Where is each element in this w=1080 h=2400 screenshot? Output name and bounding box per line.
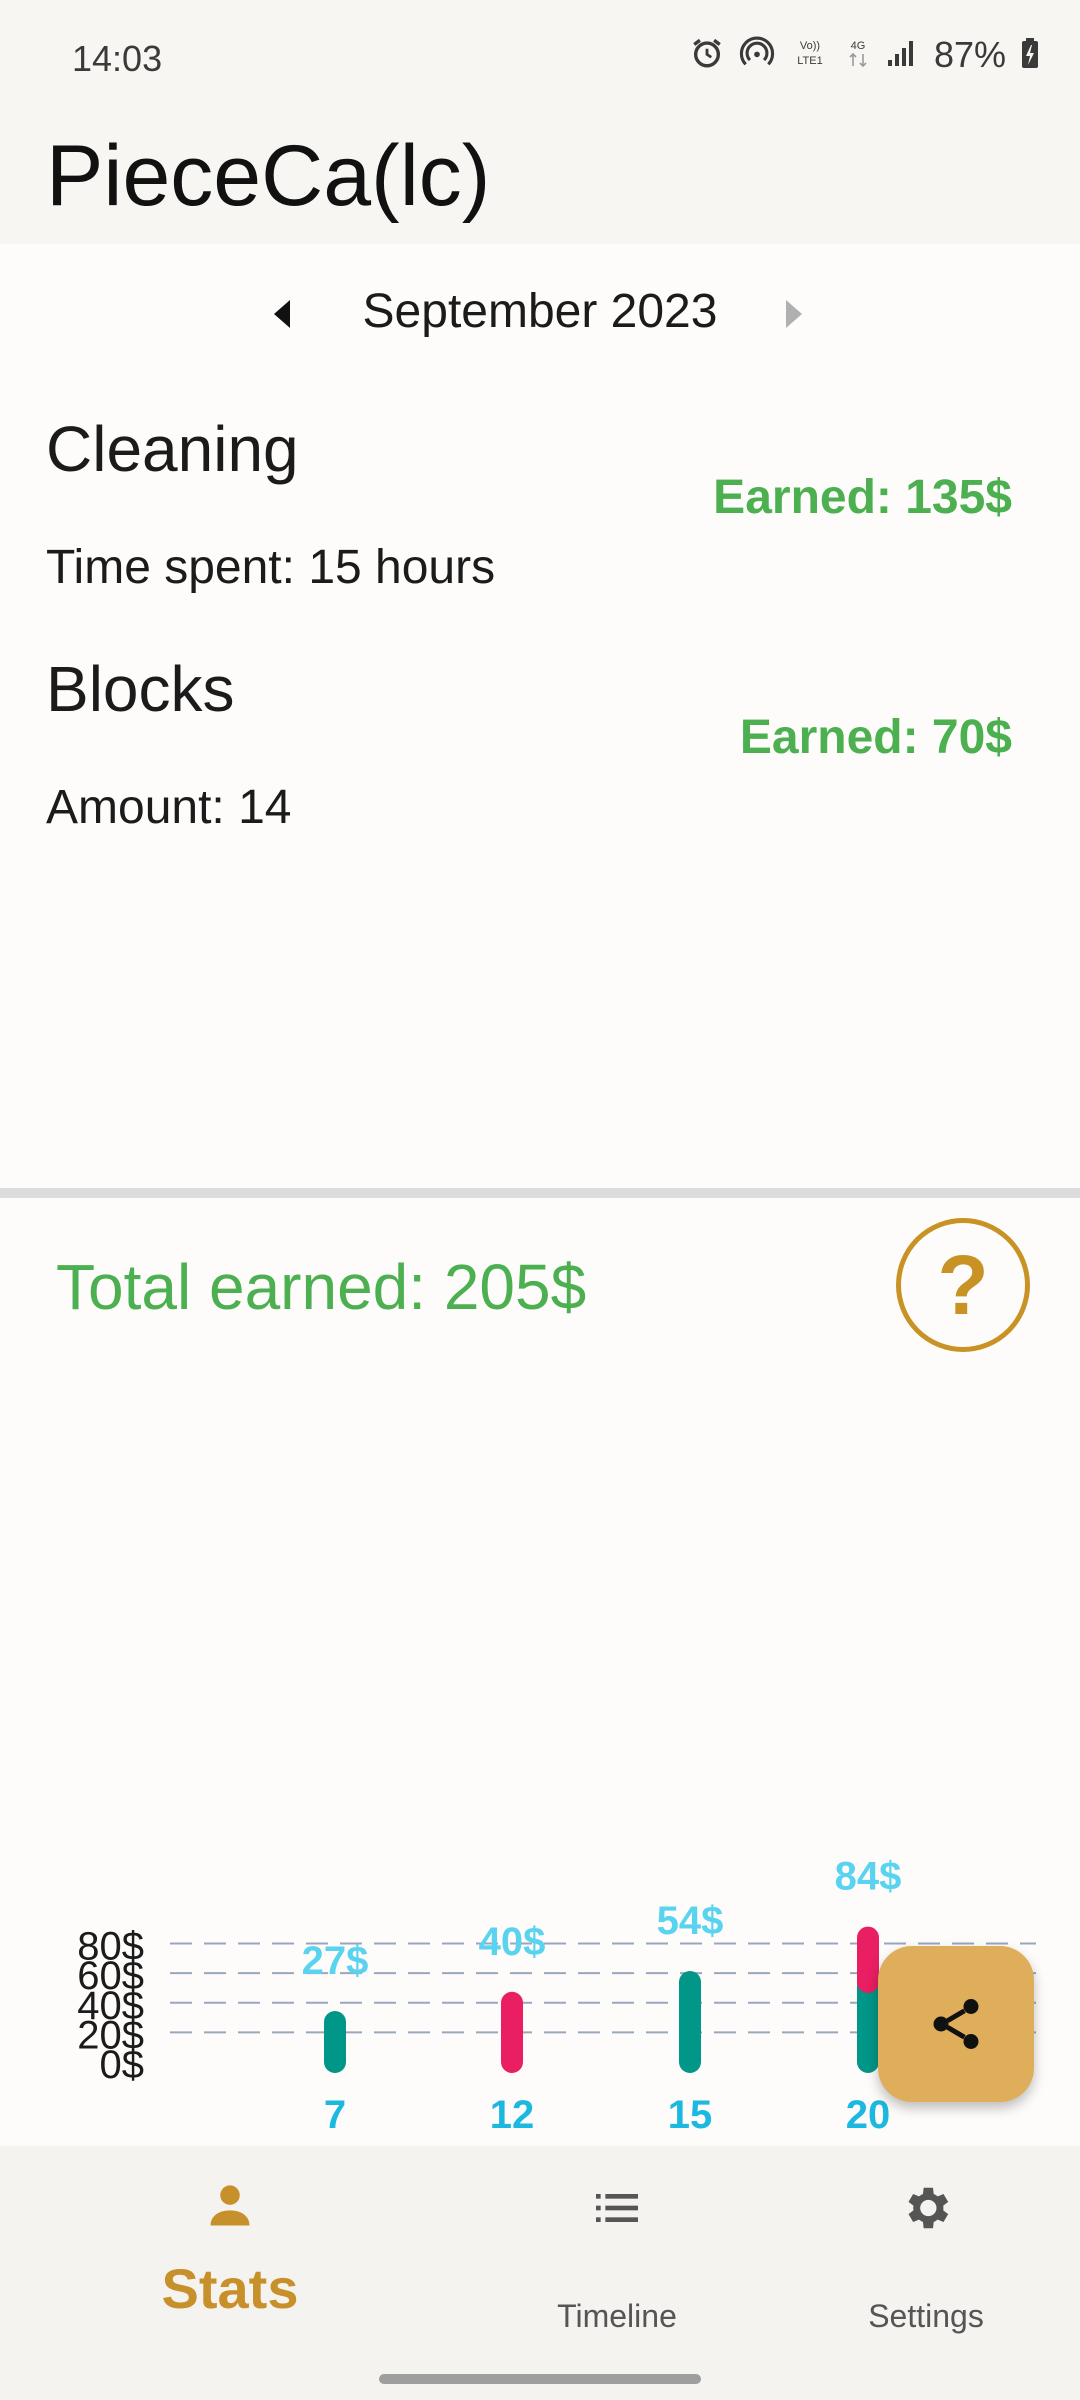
status-icons: Vo)) LTE1 4G 87% [690,34,1040,76]
gear-icon [898,2180,954,2241]
home-indicator [379,2374,701,2384]
job-blocks: Blocks Earned: 70$ Amount: 14 [46,652,1036,852]
battery-charging-icon [1020,36,1040,75]
nav-item-timeline[interactable]: Timeline [497,2146,737,2346]
x-tick-label: 7 [324,2093,346,2137]
nav-label: Timeline [557,2298,677,2334]
network-4g-icon: 4G [844,36,872,75]
svg-text:LTE1: LTE1 [797,55,822,67]
y-tick-label: 80$ [77,1925,144,1969]
bar-value-label: 27$ [302,1939,369,1983]
bottom-navigation: Stats Timeline Settings [0,2146,1080,2400]
job-earned: Earned: 135$ [713,471,1012,524]
next-month-button[interactable] [778,296,808,332]
battery-percent: 87% [933,34,1006,75]
job-earned: Earned: 70$ [739,711,1012,764]
svg-text:4G: 4G [851,40,866,52]
status-time: 14:03 [72,38,163,79]
nav-label: Settings [868,2298,984,2334]
job-detail: Amount: 14 [46,781,292,834]
month-navigator: September 2023 [0,270,1080,360]
bar-value-label: 54$ [657,1899,724,1943]
bar-value-label: 40$ [479,1920,546,1964]
app-title: PieceCa(lc) [46,128,491,224]
job-detail: Time spent: 15 hours [46,541,496,594]
list-icon [589,2180,645,2241]
nav-item-settings[interactable]: Settings [806,2146,1046,2346]
x-tick-label: 15 [668,2093,713,2137]
job-cleaning: Cleaning Earned: 135$ Time spent: 15 hou… [46,412,1036,612]
x-tick-label: 20 [846,2093,891,2137]
app-header: PieceCa(lc) [0,112,1080,244]
bar-value-label: 84$ [835,1855,902,1899]
month-label: September 2023 [362,285,718,338]
person-icon [204,2180,256,2237]
section-divider [0,1188,1080,1198]
total-earned: Total earned: 205$ [56,1251,587,1323]
signal-icon [886,38,916,73]
job-title: Cleaning [46,413,299,485]
share-icon [933,1999,979,2049]
hotspot-icon [738,36,776,75]
job-title: Blocks [46,653,235,725]
svg-text:Vo)): Vo)) [800,40,820,52]
share-button[interactable] [878,1946,1034,2102]
volte-icon: Vo)) LTE1 [790,36,830,75]
x-tick-label: 12 [490,2093,535,2137]
alarm-icon [690,36,724,75]
nav-label: Stats [161,2257,299,2320]
nav-item-stats[interactable]: Stats [110,2146,350,2346]
status-bar: 14:03 Vo)) LTE1 4G 87% [0,0,1080,120]
